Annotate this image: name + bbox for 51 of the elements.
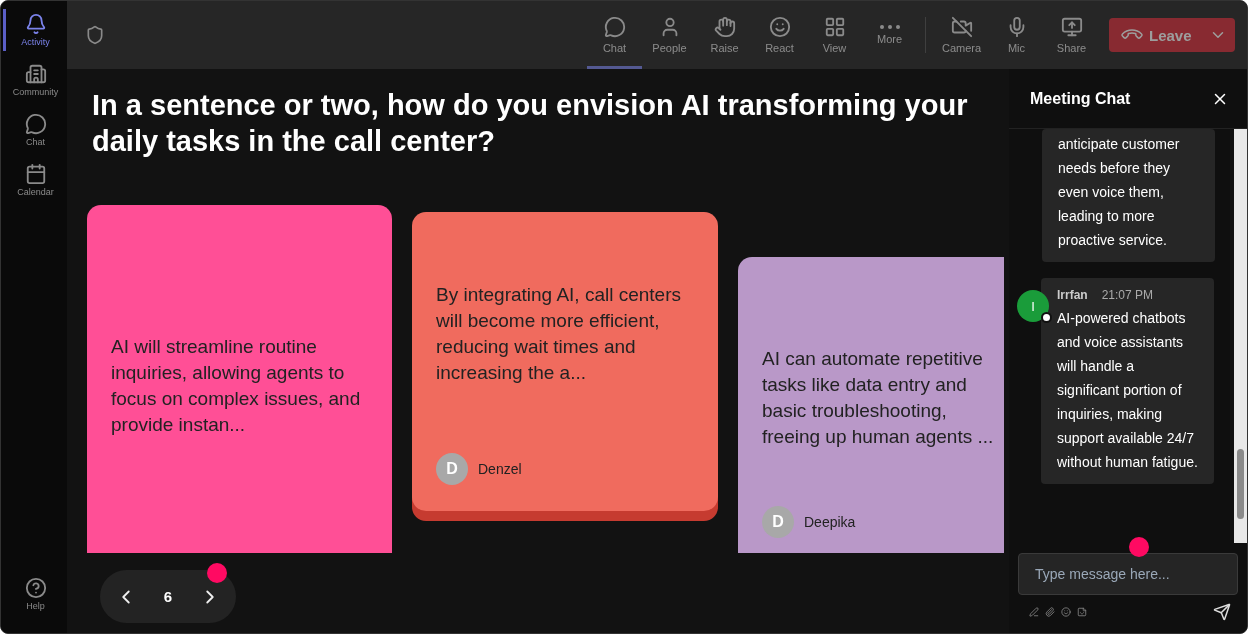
user-avatar: I (1017, 290, 1049, 322)
leave-button[interactable]: Leave (1109, 18, 1235, 52)
answer-text: AI will streamline routine inquiries, allowing agents to focus on complex issues, and provide instan... (111, 335, 362, 437)
toolbar-button[interactable]: More (862, 1, 917, 69)
answer-text: By integrating AI, call centers will become more efficient, reducing wait times and increasing the a... (436, 283, 682, 385)
message-text: AI-powered chatbots and voice assistants will handle a significant portion of inquiries, making support available 24/7 without human fatigue. (1057, 309, 1198, 472)
author-name: Denzel (478, 461, 522, 477)
toolbar-button[interactable]: Share (1044, 1, 1099, 69)
grid-icon (823, 15, 846, 38)
page-number: 6 (163, 588, 173, 606)
hand-icon (713, 15, 736, 38)
author-avatar: D (762, 506, 794, 538)
toolbar-button[interactable]: Mic (989, 1, 1044, 69)
calendar-icon (24, 163, 47, 185)
question-title: In a sentence or two, how do you envision AI transforming your daily tasks in the call center? (92, 88, 969, 159)
toolbar-button[interactable]: Chat (587, 1, 642, 69)
pointer-dot (1129, 537, 1149, 557)
message-author: Irrfan (1057, 287, 1088, 304)
emoji-icon[interactable] (1061, 607, 1071, 617)
scrollbar[interactable] (1234, 129, 1247, 543)
message-text: anticipate customer needs before they even voice them, leading to more proactive service. (1058, 135, 1181, 250)
rail-item[interactable]: Chat (3, 109, 65, 151)
help-button[interactable]: Help (3, 573, 65, 615)
share-screen-icon (1060, 15, 1083, 38)
chat-title: Meeting Chat (1030, 89, 1131, 108)
more-icon (879, 24, 900, 29)
toolbar-button[interactable]: React (752, 1, 807, 69)
message-time: 21:07 PM (1101, 287, 1154, 304)
author-name: Deepika (804, 514, 856, 530)
author-avatar: D (436, 453, 468, 485)
bell-icon (24, 13, 47, 35)
rail-item[interactable]: Calendar (3, 159, 65, 201)
building-icon (24, 63, 47, 85)
answer-text: AI can automate repetitive tasks like data entry and basic troubleshooting, freeing up human agents ... (762, 347, 995, 449)
shield-icon (85, 25, 105, 45)
help-icon (24, 577, 47, 599)
toolbar-button[interactable]: Camera (934, 1, 989, 69)
sticker-icon[interactable] (1077, 607, 1087, 617)
smile-icon (768, 15, 791, 38)
format-icon[interactable] (1029, 607, 1039, 617)
toolbar-button[interactable]: Raise (697, 1, 752, 69)
chat-icon (603, 15, 626, 38)
rail-item[interactable]: Community (3, 59, 65, 101)
toolbar-button[interactable]: View (807, 1, 862, 69)
paperclip-icon[interactable] (1045, 607, 1055, 617)
chat-icon (24, 113, 47, 135)
toolbar-button[interactable]: People (642, 1, 697, 69)
message-input[interactable]: Type message here... (1018, 553, 1238, 595)
send-icon[interactable] (1213, 603, 1231, 621)
pointer-dot (207, 563, 227, 584)
camera-off-icon (950, 15, 973, 38)
